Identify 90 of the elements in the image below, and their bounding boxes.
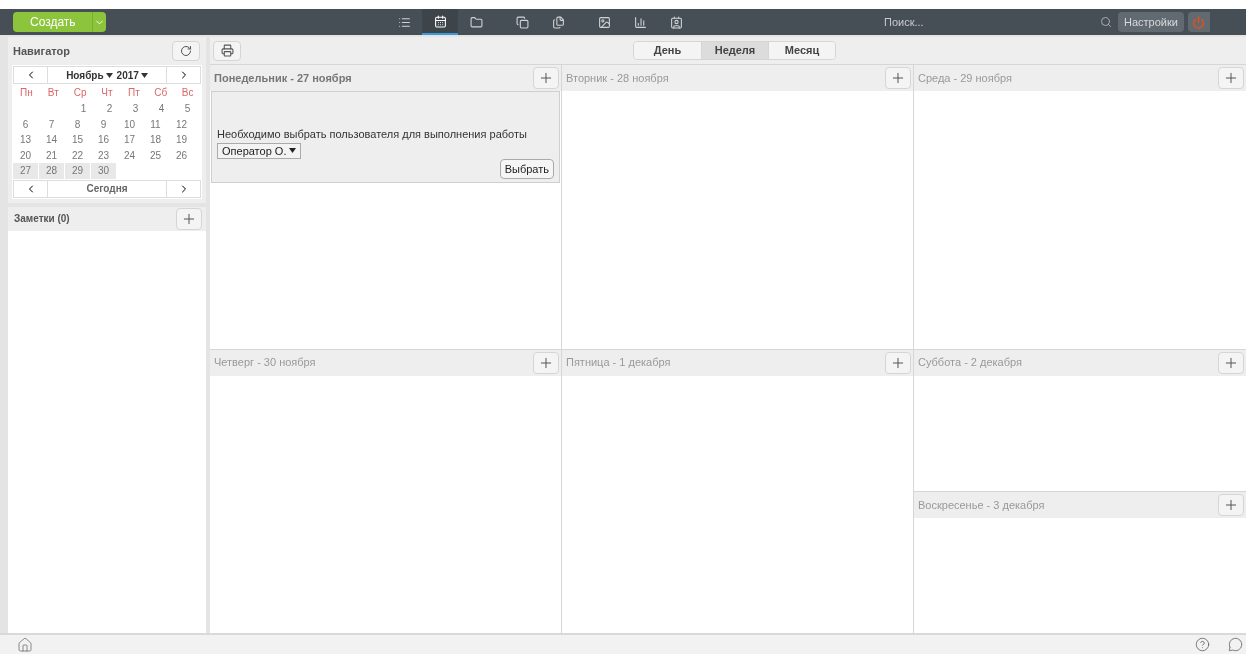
calendar-day[interactable]: 13: [13, 132, 38, 148]
day-title: Вторник - 28 ноября: [566, 70, 669, 86]
plus-icon: [890, 70, 906, 86]
home-icon[interactable]: [17, 636, 33, 653]
calendar-day[interactable]: 16: [91, 132, 116, 148]
plus-icon: [1223, 70, 1239, 86]
calendar-day[interactable]: 26: [169, 147, 194, 163]
day-title: Среда - 29 ноября: [918, 70, 1012, 86]
nav-tab[interactable]: [422, 9, 458, 35]
view-tab[interactable]: Неделя: [701, 42, 768, 59]
list-icon: [397, 15, 411, 29]
plus-icon: [538, 70, 554, 86]
calendar-day[interactable]: 22: [65, 147, 90, 163]
calendar-icon: [433, 14, 447, 28]
chat-icon[interactable]: [1228, 637, 1243, 652]
month-dropdown[interactable]: Ноябрь: [66, 67, 113, 83]
calendar-day[interactable]: 21: [39, 147, 64, 163]
calendar-day[interactable]: 12: [169, 116, 194, 132]
calendar-day[interactable]: 8: [65, 116, 90, 132]
printer-icon: [220, 44, 234, 57]
weekday-label: Ср: [72, 86, 88, 100]
weekday-label: Вс: [180, 86, 195, 100]
search-icon[interactable]: [1100, 16, 1112, 28]
power-button[interactable]: [1187, 12, 1210, 32]
refresh-button[interactable]: [172, 41, 200, 61]
day-title: Суббота - 2 декабря: [918, 355, 1022, 371]
notes-title: Заметки (0): [14, 212, 70, 226]
add-button[interactable]: [885, 351, 911, 374]
caret-icon: [105, 72, 113, 78]
year-dropdown[interactable]: 2017: [116, 67, 148, 83]
search-field[interactable]: Поиск...: [884, 13, 1084, 31]
contact-card-icon: [669, 15, 683, 29]
calendar-day[interactable]: 2: [97, 101, 122, 117]
add-button[interactable]: [1218, 493, 1244, 516]
help-icon[interactable]: [1195, 637, 1210, 652]
user-select[interactable]: Оператор О.: [217, 142, 302, 159]
add-button[interactable]: [176, 207, 202, 230]
calendar-day[interactable]: 18: [143, 132, 168, 148]
calendar-day[interactable]: 30: [91, 163, 116, 179]
refresh-icon: [180, 45, 192, 57]
view-tab[interactable]: Месяц: [768, 42, 835, 59]
calendar-day[interactable]: 1: [71, 101, 96, 117]
documents-icon: [515, 15, 529, 29]
create-menu-button[interactable]: [92, 12, 106, 32]
calendar-day[interactable]: 4: [149, 101, 174, 117]
picture-icon: [597, 15, 611, 29]
print-button[interactable]: [213, 40, 241, 61]
select-button[interactable]: Выбрать: [499, 158, 554, 179]
add-button[interactable]: [533, 351, 559, 374]
calendar-day[interactable]: 24: [117, 147, 142, 163]
calendar-day[interactable]: 10: [117, 116, 142, 132]
folder-icon: [469, 15, 483, 29]
calendar-day[interactable]: 17: [117, 132, 142, 148]
view-tab[interactable]: День: [634, 42, 701, 59]
calendar-day[interactable]: 3: [123, 101, 148, 117]
add-button[interactable]: [1218, 67, 1244, 89]
add-button[interactable]: [533, 67, 559, 89]
calendar-day[interactable]: 14: [39, 132, 64, 148]
calendar-day[interactable]: 11: [143, 116, 168, 132]
documents-icon: [551, 15, 565, 29]
weekday-label: Сб: [153, 86, 169, 100]
day-title: Пятница - 1 декабря: [566, 355, 671, 371]
chart-icon: [633, 15, 647, 29]
calendar-day[interactable]: 20: [13, 147, 38, 163]
weekday-label: Пт: [126, 86, 141, 100]
calendar-day[interactable]: 23: [91, 147, 116, 163]
calendar-day[interactable]: 5: [175, 101, 200, 117]
day-title: Воскресенье - 3 декабря: [918, 497, 1045, 513]
calendar-day[interactable]: 7: [39, 116, 64, 132]
calendar-day[interactable]: 28: [39, 163, 64, 179]
caret-icon: [289, 148, 297, 153]
weekday-label: Чт: [100, 86, 114, 100]
calendar-day[interactable]: 15: [65, 132, 90, 148]
settings-button[interactable]: Настройки: [1118, 12, 1184, 32]
add-button[interactable]: [885, 67, 911, 89]
calendar-day[interactable]: 25: [143, 147, 168, 163]
calendar-day[interactable]: 9: [91, 116, 116, 132]
add-button[interactable]: [1218, 351, 1244, 374]
power-icon: [1192, 15, 1206, 29]
day-title: Понедельник - 27 ноября: [214, 70, 352, 86]
day-title: Четверг - 30 ноября: [214, 355, 316, 371]
caret-icon: [140, 72, 148, 78]
weekday-label: Пн: [19, 86, 34, 100]
calendar-day[interactable]: 19: [169, 132, 194, 148]
task-message: Необходимо выбрать пользователя для выполнения работы: [217, 127, 528, 142]
calendar-day[interactable]: 27: [13, 163, 38, 179]
weekday-label: Вт: [46, 86, 60, 100]
navigator-title: Навигатор: [13, 43, 70, 59]
calendar-day[interactable]: 29: [65, 163, 90, 179]
calendar-day[interactable]: 6: [13, 116, 38, 132]
